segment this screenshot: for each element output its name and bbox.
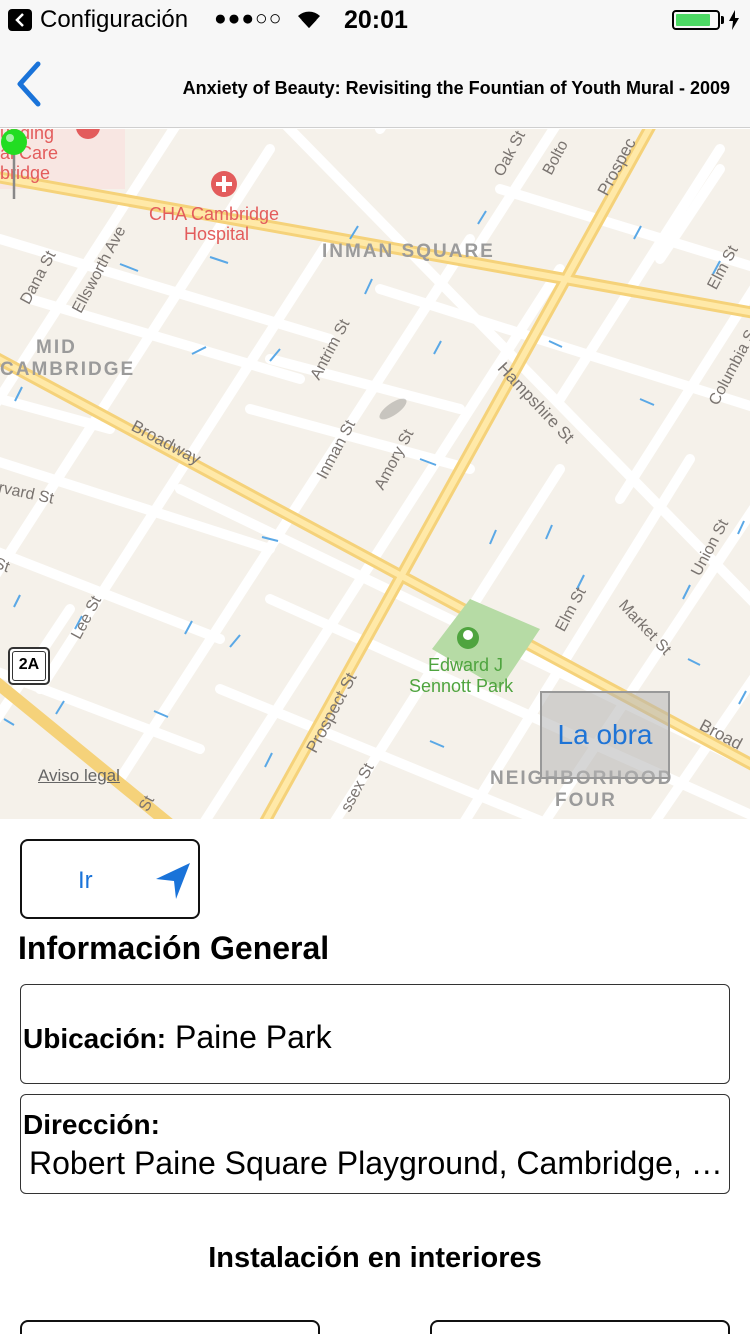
area-label-inman-square: INMAN SQUARE — [322, 241, 495, 262]
battery-tip — [721, 16, 724, 24]
back-app-label[interactable]: Configuración — [40, 6, 188, 34]
navigation-bar: Anxiety of Beauty: Revisiting the Founti… — [0, 40, 750, 128]
directions-button-label: Ir — [78, 867, 93, 894]
location-card: Ubicación: Paine Park — [20, 984, 730, 1084]
indoor-option-left[interactable] — [20, 1320, 320, 1334]
location-value: Paine Park — [175, 1019, 332, 1055]
poi-park-label-2[interactable]: Sennott Park — [409, 676, 513, 696]
chevron-left-icon — [15, 13, 24, 27]
charging-bolt-icon — [729, 10, 739, 30]
indoor-installation-title: Instalación en interiores — [208, 1242, 542, 1274]
wifi-icon — [298, 11, 320, 28]
map-view[interactable]: INMAN SQUARE MID CAMBRIDGE NEIGHBORHOOD … — [0, 129, 750, 819]
poi-park-label[interactable]: Edward J — [428, 655, 503, 675]
general-info-title: Información General — [18, 930, 330, 966]
poi-hospital-label-2[interactable]: Hospital — [184, 224, 249, 244]
address-card: Dirección: Robert Paine Square Playgroun… — [20, 1094, 730, 1194]
map-pin-icon[interactable] — [0, 129, 28, 201]
page-title: Anxiety of Beauty: Revisiting the Founti… — [182, 78, 730, 98]
artwork-callout[interactable]: La obra — [540, 691, 670, 779]
status-time: 20:01 — [344, 6, 408, 34]
area-label-mid-cambridge-2: CAMBRIDGE — [0, 359, 136, 380]
area-label-neighborhood-four: FOUR — [555, 790, 617, 811]
signal-strength-icon: ●●●○○ — [214, 7, 283, 30]
battery-icon — [672, 10, 720, 30]
indoor-option-right[interactable] — [430, 1320, 730, 1334]
artwork-callout-label: La obra — [557, 719, 653, 750]
status-bar: Configuración ●●●○○ 20:01 — [0, 0, 750, 40]
location-key: Ubicación: — [23, 1023, 167, 1054]
legal-notice-link[interactable]: Aviso legal — [38, 766, 120, 786]
location-row: Ubicación: Paine Park — [23, 1019, 332, 1056]
route-shield-2a: 2A — [8, 647, 50, 685]
poi-hospital-label[interactable]: CHA Cambridge — [149, 204, 279, 224]
battery-level — [676, 14, 710, 26]
area-label-mid-cambridge: MID — [36, 337, 77, 358]
address-value: Robert Paine Square Playground, Cambridg… — [29, 1145, 723, 1181]
chevron-left-icon[interactable] — [12, 60, 48, 108]
directions-button[interactable]: Ir — [20, 839, 200, 919]
back-to-app-button[interactable] — [8, 9, 32, 31]
address-key: Dirección: — [23, 1109, 160, 1140]
location-arrow-icon — [156, 863, 190, 899]
